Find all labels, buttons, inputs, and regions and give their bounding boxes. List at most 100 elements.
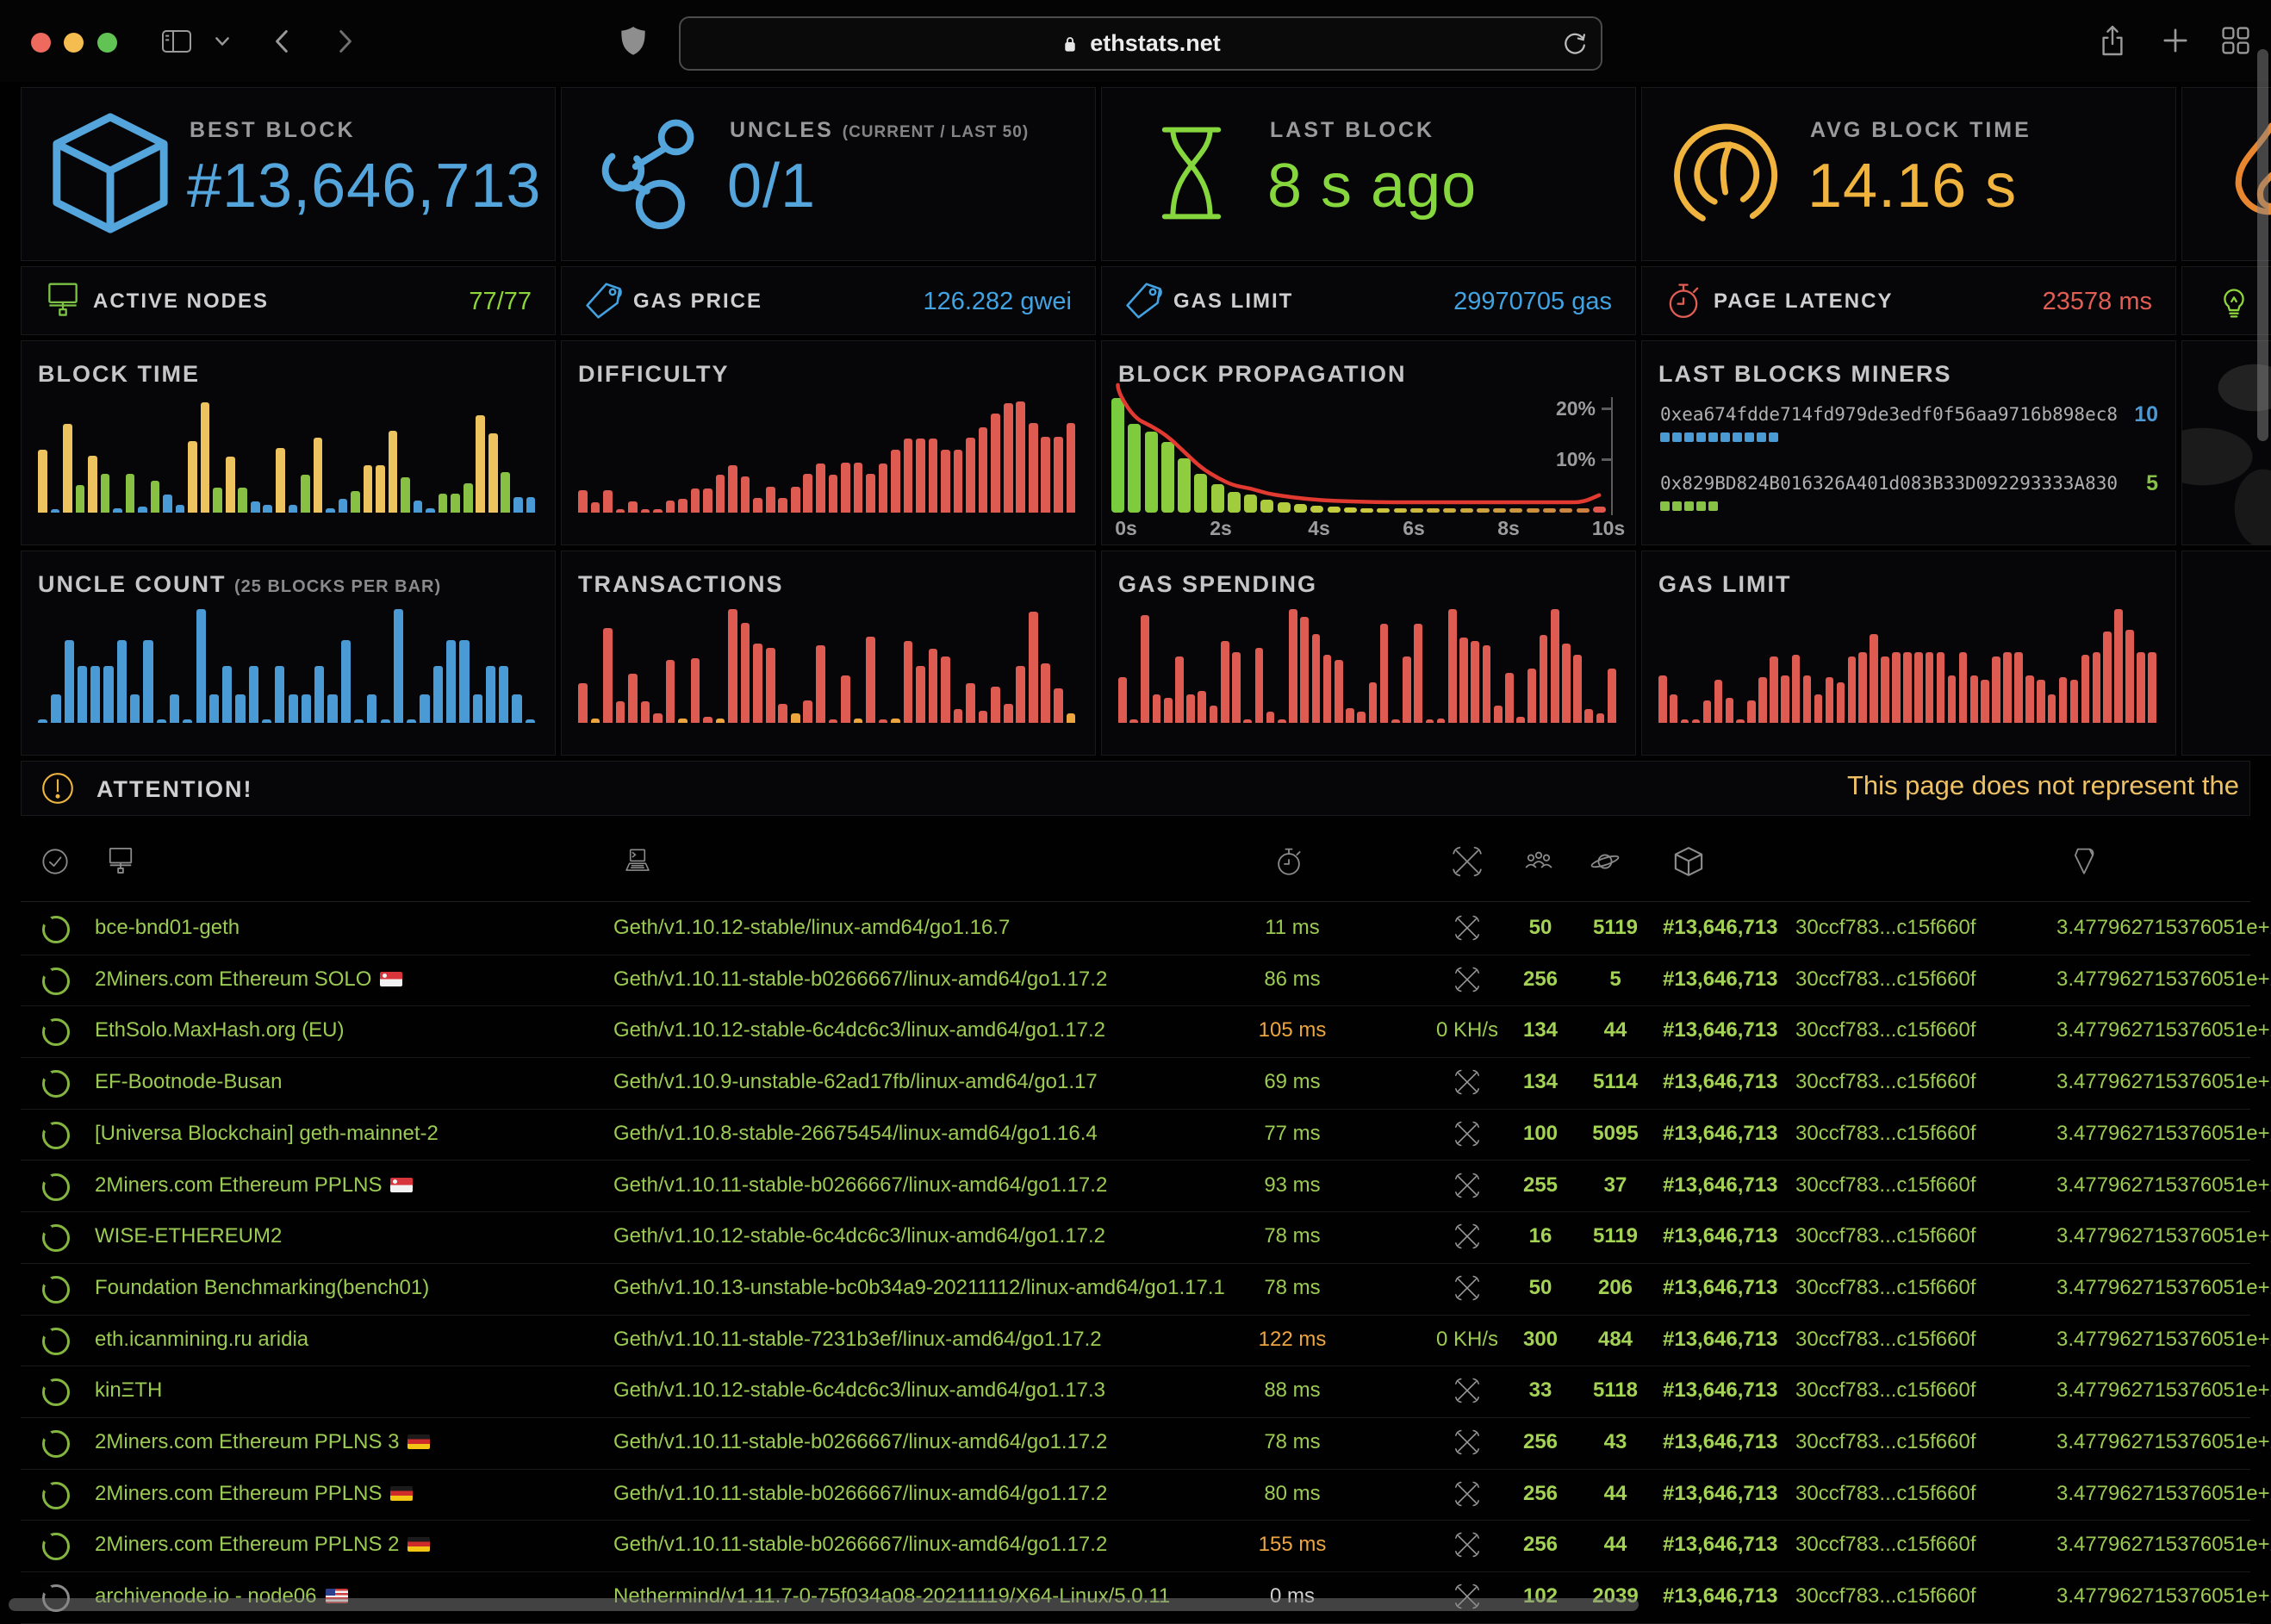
table-row: kinΞTHGeth/v1.10.12-stable-6c4dc6c3/linu… <box>21 1366 2250 1418</box>
node-block-hash: 30ccf783...c15f660f <box>1795 1533 1975 1557</box>
chart-bar <box>476 415 485 513</box>
node-status-icon <box>42 1482 70 1509</box>
chart-bar <box>1596 713 1605 723</box>
node-block: #13,646,713 <box>1663 1070 1777 1094</box>
chart-bar <box>941 450 950 513</box>
node-latency: 77 ms <box>1232 1122 1353 1146</box>
pickaxe-icon <box>1452 846 1483 877</box>
best-block-title: BEST BLOCK <box>190 118 356 143</box>
chart-bar <box>816 645 825 723</box>
vertical-scrollbar[interactable] <box>2257 49 2268 441</box>
active-nodes-card: ACTIVE NODES 77/77 <box>21 266 556 335</box>
chart-bar <box>753 644 762 723</box>
node-status-icon <box>42 1070 70 1098</box>
miner-block-count: 10 <box>2112 402 2158 427</box>
node-total-difficulty: 3.477962715376051e+21 <box>2056 1378 2271 1403</box>
chart-bar <box>1448 609 1457 723</box>
chart-bar <box>1346 708 1354 723</box>
miner-address: 0xea674fdde714fd979de3edf0f56aa9716b898e… <box>1660 404 2118 425</box>
chart-bar <box>803 700 812 723</box>
chart-bar <box>426 508 435 513</box>
chart-bar <box>728 465 737 513</box>
chart-bar <box>666 501 675 513</box>
transactions-chart-card: TRANSACTIONS <box>561 551 1096 756</box>
chart-bar <box>966 683 975 723</box>
privacy-shield-icon[interactable] <box>617 24 650 57</box>
sidebar-icon[interactable] <box>159 24 194 59</box>
chart-bar <box>451 494 460 513</box>
chart-bar <box>1323 655 1332 723</box>
table-row: 2Miners.com Ethereum PPLNS 2Geth/v1.10.1… <box>21 1520 2250 1572</box>
chart-bar <box>1004 704 1013 723</box>
chart-bar <box>1443 508 1456 513</box>
chart-bar <box>1858 652 1867 723</box>
chart-bar <box>501 472 510 513</box>
table-row: Foundation Benchmarking(bench01)Geth/v1.… <box>21 1263 2250 1316</box>
chart-bar <box>401 477 410 513</box>
chart-bar <box>1266 712 1275 723</box>
close-window-button[interactable] <box>31 33 51 53</box>
y-axis-tick-label: 20% <box>1532 397 1596 420</box>
chart-bar <box>314 666 324 723</box>
node-latency: 105 ms <box>1232 1018 1353 1042</box>
chart-bar <box>716 719 725 723</box>
new-tab-button[interactable] <box>2159 24 2192 57</box>
refresh-icon[interactable] <box>1561 29 1589 57</box>
minimize-window-button[interactable] <box>64 33 84 53</box>
node-total-difficulty: 3.477962715376051e+21 <box>2056 1328 2271 1352</box>
gas-limit-chart <box>1658 551 2159 723</box>
node-client: Geth/v1.10.11-stable-7231b3ef/linux-amd6… <box>613 1328 1102 1352</box>
chart-bar <box>101 474 110 513</box>
chevron-down-icon[interactable] <box>209 28 235 54</box>
chart-bar <box>1803 675 1812 723</box>
chart-bar <box>126 474 135 513</box>
chart-bar <box>991 414 1000 513</box>
node-name: 2Miners.com Ethereum PPLNS 2 <box>95 1533 430 1557</box>
node-peers: 256 <box>1497 1430 1583 1454</box>
chart-bar <box>1726 698 1734 723</box>
chart-bar <box>2093 652 2101 723</box>
node-peers: 255 <box>1497 1173 1583 1198</box>
chart-bar <box>302 694 311 723</box>
chart-bar <box>1145 432 1158 513</box>
chart-bar <box>979 711 988 724</box>
x-axis-tick-label: 2s <box>1191 517 1251 540</box>
chart-bar <box>88 456 97 513</box>
chart-bar <box>1255 648 1264 723</box>
pickaxe-icon <box>1454 1429 1480 1455</box>
chart-bar <box>1483 645 1491 723</box>
forward-button[interactable] <box>329 26 360 57</box>
chart-bar <box>929 439 938 513</box>
chart-bar <box>1244 495 1257 513</box>
avg-block-time-value: 14.16 s <box>1807 151 2017 221</box>
chart-bar <box>420 694 429 723</box>
active-nodes-label: ACTIVE NODES <box>93 289 269 314</box>
horizontal-scrollbar[interactable] <box>9 1598 1639 1611</box>
tab-overview-button[interactable] <box>2219 24 2252 57</box>
node-pending: 206 <box>1572 1276 1658 1300</box>
chart-bar <box>1029 423 1038 513</box>
chart-bar <box>499 666 508 723</box>
chart-bar <box>2037 680 2045 723</box>
chart-bar <box>741 623 750 723</box>
chart-bar <box>791 487 800 513</box>
url-bar[interactable]: ethstats.net <box>679 16 1602 71</box>
block-square <box>1672 432 1682 442</box>
chart-bar <box>2103 632 2112 723</box>
zoom-window-button[interactable] <box>97 33 117 53</box>
chart-bar <box>381 719 390 723</box>
share-button[interactable] <box>2095 23 2130 58</box>
chart-bar <box>1289 609 1297 723</box>
chart-bar <box>603 628 613 723</box>
chart-bar <box>1211 484 1224 513</box>
singapore-flag-icon <box>390 1178 413 1192</box>
pickaxe-icon <box>1454 1275 1480 1301</box>
chart-bar <box>376 465 385 513</box>
chart-bar <box>1360 508 1373 513</box>
cube-icon <box>1673 846 1704 877</box>
back-button[interactable] <box>267 26 298 57</box>
last-blocks-miners-card: LAST BLOCKS MINERS 0xea674fdde714fd979de… <box>1641 340 2176 545</box>
chart-bar <box>1427 508 1440 513</box>
chart-bar <box>1670 694 1678 723</box>
peers-icon <box>1523 846 1554 877</box>
